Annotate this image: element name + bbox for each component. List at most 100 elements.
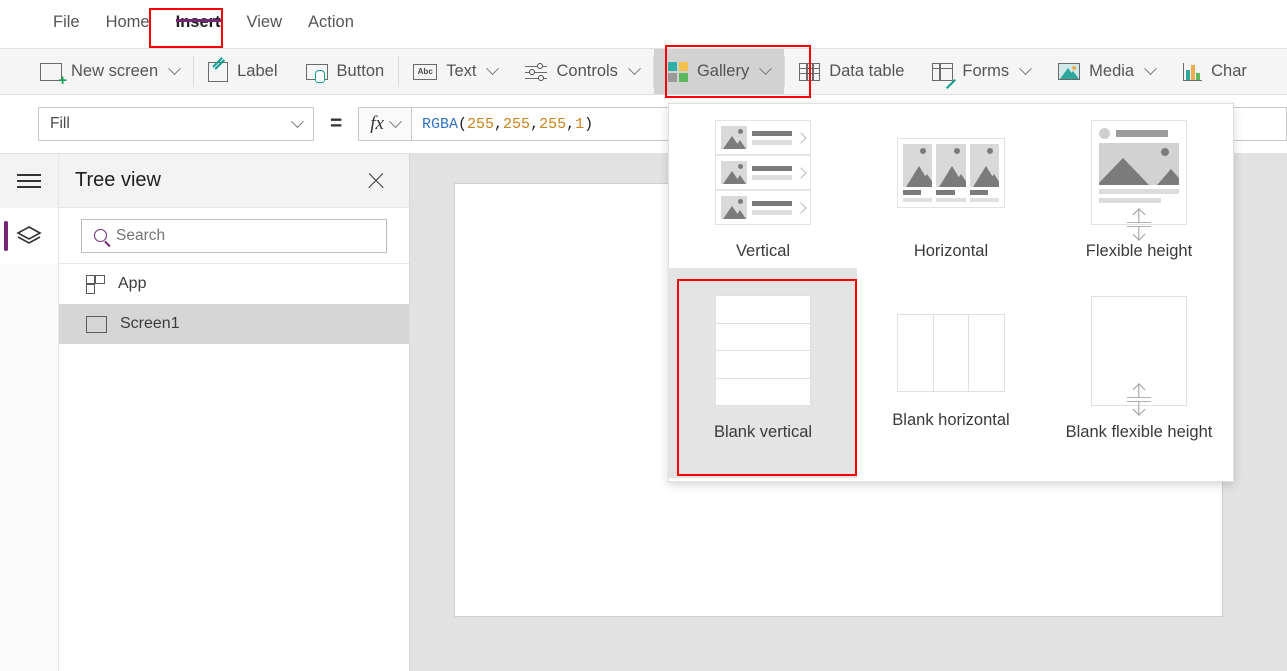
gallery-option-label: Horizontal [913, 241, 989, 260]
hamburger-icon [17, 174, 41, 188]
gallery-option-label: Blank horizontal [892, 411, 1010, 429]
resize-handle-icon [1118, 379, 1160, 419]
ribbon-media-button[interactable]: Media [1044, 49, 1169, 94]
chevron-down-icon [389, 114, 402, 128]
active-indicator [4, 221, 8, 251]
chevron-down-icon [291, 114, 304, 128]
tree-view-panel: Tree view App Screen1 [59, 154, 410, 671]
search-input[interactable] [116, 226, 374, 245]
gallery-option-blank-flexible-height[interactable]: Blank flexible height [1045, 268, 1233, 478]
gallery-dropdown-panel: Vertical Horizontal Flexible height Blan… [668, 103, 1234, 482]
menu-item-label: Action [308, 13, 354, 31]
menu-item-label: Home [105, 13, 150, 31]
gallery-option-flexible-height[interactable]: Flexible height [1045, 104, 1233, 268]
tree-item-label: App [118, 275, 147, 292]
ribbon-item-label: Text [446, 62, 477, 80]
tree-item-label: Screen1 [120, 315, 180, 332]
formula-token: , [530, 115, 540, 133]
gallery-option-label: Blank vertical [713, 423, 813, 441]
equals-sign: = [330, 112, 343, 135]
gallery-option-label: Vertical [735, 241, 791, 260]
ribbon-label-button[interactable]: Label [194, 49, 291, 94]
menu-bar: File Home Insert View Action [0, 0, 1287, 49]
ribbon-new-screen-button[interactable]: New screen [26, 49, 193, 94]
tree-item-app[interactable]: App [59, 264, 409, 304]
layers-icon [16, 226, 42, 244]
charts-icon [1183, 62, 1203, 81]
button-icon [305, 63, 328, 83]
blank-vertical-gallery-thumb [715, 295, 811, 406]
close-icon[interactable] [365, 170, 387, 192]
gallery-option-label: Blank flexible height [1065, 423, 1213, 441]
formula-token: , [566, 115, 576, 133]
formula-token: 1 [575, 115, 585, 133]
search-icon [94, 229, 107, 242]
chevron-down-icon [1144, 62, 1157, 76]
gallery-option-blank-horizontal[interactable]: Blank horizontal [857, 268, 1045, 478]
gallery-option-label: Flexible height [1085, 241, 1193, 260]
text-icon: Abc [413, 63, 438, 80]
horizontal-gallery-thumb [897, 138, 1005, 208]
ribbon-item-label: Char [1211, 62, 1247, 80]
ribbon-forms-button[interactable]: Forms [918, 49, 1044, 94]
ribbon-item-label: New screen [71, 62, 159, 80]
formula-token: 255 [467, 115, 495, 133]
data-table-icon [799, 62, 821, 81]
menu-item-label: View [246, 13, 283, 31]
tree-view-header: Tree view [59, 154, 409, 208]
chevron-down-icon [168, 62, 181, 76]
forms-icon [932, 62, 954, 81]
label-icon [208, 61, 229, 82]
formula-token: 255 [503, 115, 531, 133]
ribbon-data-table-button[interactable]: Data table [785, 49, 918, 94]
menu-item-label: File [53, 13, 80, 31]
menu-item-file[interactable]: File [40, 0, 93, 31]
tree-item-screen1[interactable]: Screen1 [59, 304, 409, 344]
new-screen-icon [40, 62, 67, 88]
menu-item-insert[interactable]: Insert [163, 0, 234, 31]
gallery-option-vertical[interactable]: Vertical [669, 104, 857, 268]
ribbon-item-label: Data table [829, 62, 905, 80]
ribbon-item-label: Forms [962, 62, 1010, 80]
tree-view-search-row [59, 208, 409, 264]
formula-token: 255 [539, 115, 567, 133]
ribbon-text-button[interactable]: Abc Text [399, 49, 511, 94]
app-icon [86, 274, 105, 294]
gallery-option-blank-vertical[interactable]: Blank vertical [669, 268, 857, 478]
active-tab-underline [175, 18, 221, 22]
search-box[interactable] [81, 218, 387, 253]
menu-item-view[interactable]: View [234, 0, 295, 31]
formula-token: ) [584, 115, 594, 133]
ribbon-item-label: Button [336, 62, 385, 80]
ribbon-gallery-button[interactable]: Gallery [653, 49, 785, 94]
ribbon-controls-button[interactable]: Controls [511, 49, 652, 94]
blank-horizontal-gallery-thumb [897, 314, 1005, 392]
power-apps-studio: File Home Insert View Action New screen … [0, 0, 1287, 671]
menu-item-action[interactable]: Action [295, 0, 367, 31]
menu-item-home[interactable]: Home [93, 0, 163, 31]
left-rail [0, 154, 59, 671]
vertical-gallery-thumb [715, 120, 811, 225]
flexible-height-gallery-thumb [1091, 120, 1187, 241]
chevron-down-icon [1019, 62, 1033, 76]
chevron-down-icon [628, 62, 641, 76]
ribbon-button-button[interactable]: Button [292, 49, 399, 94]
resize-handle-icon [1118, 204, 1160, 244]
rail-item-tree-view[interactable] [0, 208, 58, 264]
gallery-icon [667, 61, 688, 82]
gallery-option-horizontal[interactable]: Horizontal [857, 104, 1045, 268]
media-icon [1058, 63, 1081, 80]
fx-icon: fx [370, 113, 384, 134]
ribbon-charts-button[interactable]: Char [1169, 49, 1261, 94]
property-selector[interactable]: Fill [38, 107, 314, 141]
hamburger-menu-button[interactable] [0, 154, 58, 208]
ribbon-item-label: Controls [556, 62, 618, 80]
chevron-down-icon [486, 62, 500, 76]
ribbon-item-label: Label [237, 62, 278, 80]
formula-token: , [494, 115, 504, 133]
formula-token: ( [458, 115, 468, 133]
formula-token: RGBA [421, 115, 458, 133]
fx-button[interactable]: fx [358, 107, 411, 141]
controls-icon [525, 62, 548, 81]
chevron-down-icon [759, 62, 773, 76]
